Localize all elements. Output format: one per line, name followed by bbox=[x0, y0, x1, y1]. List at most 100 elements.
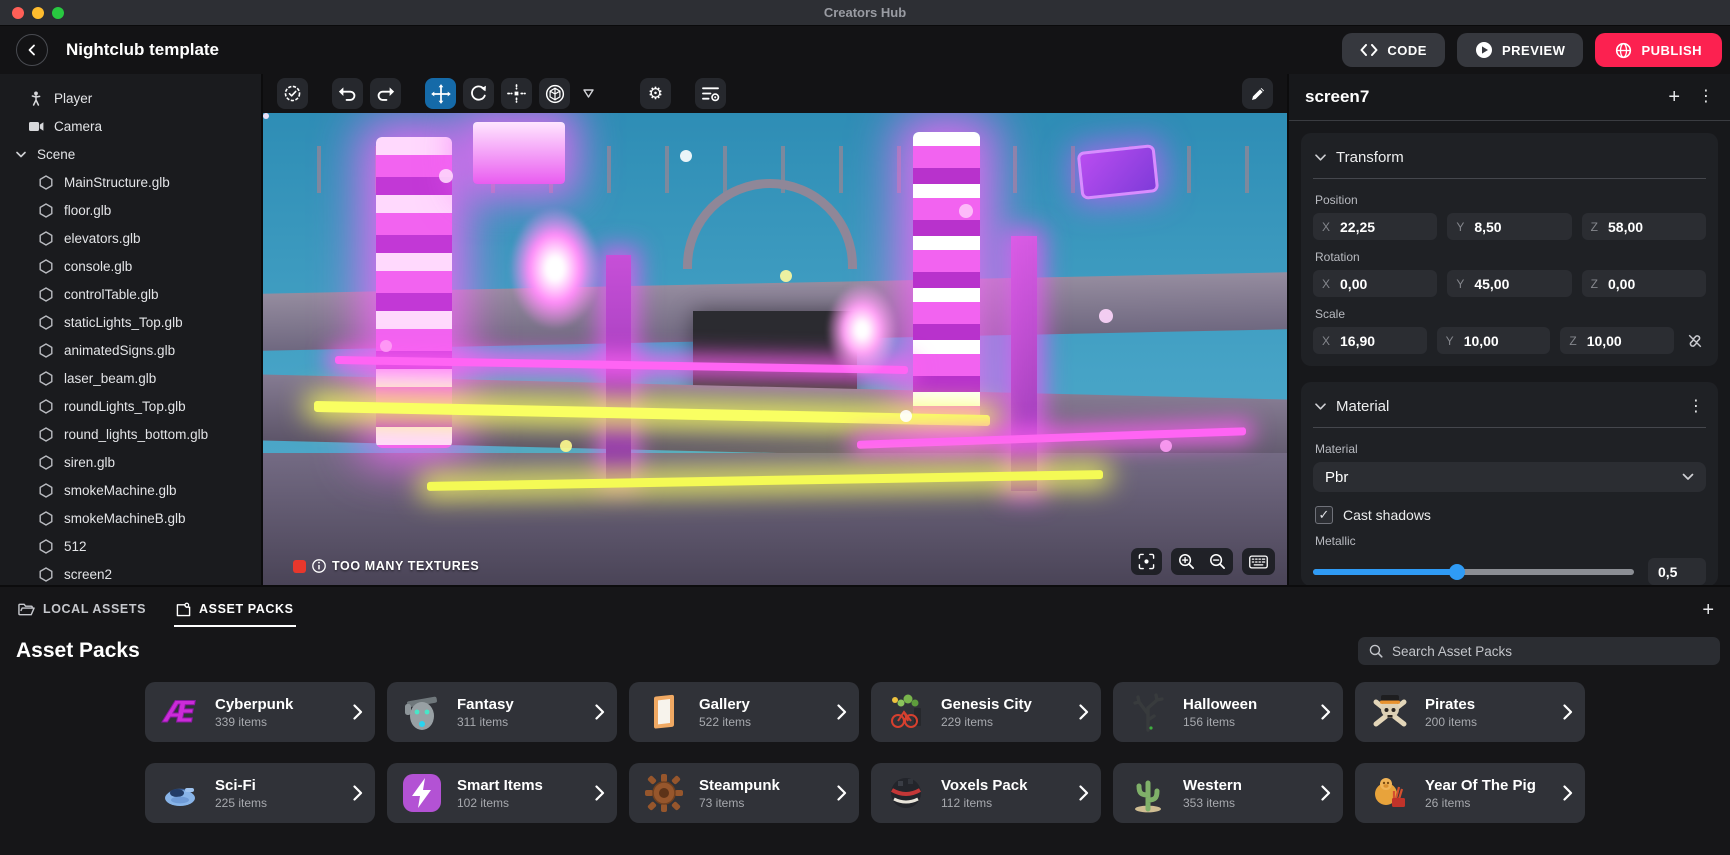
scene-entity-item[interactable]: smokeMachine.glb bbox=[0, 476, 261, 504]
scene-entity-item[interactable]: controlTable.glb bbox=[0, 280, 261, 308]
zoom-out-icon bbox=[1209, 553, 1226, 570]
folder-icon bbox=[18, 602, 35, 616]
scene-entity-item[interactable]: MainStructure.glb bbox=[0, 168, 261, 196]
entity-menu-button[interactable]: ⋮ bbox=[1698, 89, 1714, 105]
scale-z-input[interactable]: Z10,00 bbox=[1560, 327, 1674, 354]
cast-shadows-checkbox[interactable]: ✓ Cast shadows bbox=[1315, 506, 1704, 524]
viewport-3d-scene[interactable]: TOO MANY TEXTURES bbox=[263, 113, 1287, 585]
rotation-y-input[interactable]: Y45,00 bbox=[1447, 270, 1571, 297]
badge-check-button[interactable] bbox=[277, 78, 308, 109]
scene-entity-item[interactable]: elevators.glb bbox=[0, 224, 261, 252]
tool-dropdown-button[interactable] bbox=[577, 78, 599, 109]
tree-item-scene[interactable]: Scene bbox=[0, 140, 261, 168]
scene-entity-item[interactable]: laser_beam.glb bbox=[0, 364, 261, 392]
asset-pack-card[interactable]: Voxels Pack 112 items bbox=[871, 763, 1101, 823]
asset-packs-heading: Asset Packs bbox=[16, 639, 140, 663]
move-tool-button[interactable] bbox=[425, 78, 456, 109]
asset-pack-name: Smart Items bbox=[457, 777, 543, 794]
asset-pack-card[interactable]: Year Of The Pig 26 items bbox=[1355, 763, 1585, 823]
metallic-value: 0,5 bbox=[1658, 564, 1677, 580]
asset-pack-card[interactable]: Æ Cyberpunk 339 items bbox=[145, 682, 375, 742]
material-menu-button[interactable]: ⋮ bbox=[1688, 399, 1704, 415]
zoom-in-button[interactable] bbox=[1171, 548, 1202, 575]
globe-icon bbox=[1615, 42, 1632, 59]
back-button[interactable] bbox=[16, 34, 48, 66]
position-x-input[interactable]: X22,25 bbox=[1313, 213, 1437, 240]
asset-pack-card[interactable]: Steampunk 73 items bbox=[629, 763, 859, 823]
metallic-slider[interactable] bbox=[1313, 564, 1634, 580]
redo-button[interactable] bbox=[370, 78, 401, 109]
center-camera-button[interactable] bbox=[1131, 548, 1162, 575]
rotation-label: Rotation bbox=[1315, 250, 1704, 264]
asset-pack-card[interactable]: Fantasy 311 items bbox=[387, 682, 617, 742]
search-asset-packs-input[interactable] bbox=[1392, 644, 1709, 659]
scene-entity-item[interactable]: round_lights_bottom.glb bbox=[0, 420, 261, 448]
scene-entity-item[interactable]: screen2 bbox=[0, 560, 261, 585]
scene-entity-item[interactable]: roundLights_Top.glb bbox=[0, 392, 261, 420]
code-button[interactable]: CODE bbox=[1342, 33, 1445, 67]
tree-item-player[interactable]: Player bbox=[0, 84, 261, 112]
add-asset-button[interactable]: + bbox=[1702, 600, 1714, 620]
scene-entity-item[interactable]: floor.glb bbox=[0, 196, 261, 224]
scene-entity-item[interactable]: console.glb bbox=[0, 252, 261, 280]
asset-pack-count: 200 items bbox=[1425, 715, 1477, 729]
position-y-input[interactable]: Y8,50 bbox=[1447, 213, 1571, 240]
scale-link-toggle[interactable] bbox=[1684, 333, 1706, 349]
smart-items-thumbnail bbox=[400, 771, 444, 815]
rotate-tool-button[interactable] bbox=[463, 78, 494, 109]
undo-icon bbox=[338, 86, 357, 101]
edit-scene-button[interactable] bbox=[1242, 78, 1273, 109]
material-type-select[interactable]: Pbr bbox=[1313, 462, 1706, 492]
chevron-right-icon bbox=[1321, 785, 1331, 801]
scene-entity-item[interactable]: staticLights_Top.glb bbox=[0, 308, 261, 336]
scale-x-input[interactable]: X16,90 bbox=[1313, 327, 1427, 354]
asset-pack-card[interactable]: Western 353 items bbox=[1113, 763, 1343, 823]
redo-icon bbox=[376, 86, 395, 101]
asset-pack-card[interactable]: Pirates 200 items bbox=[1355, 682, 1585, 742]
scale-tool-button[interactable] bbox=[501, 78, 532, 109]
rotation-row: X0,00 Y45,00 Z0,00 bbox=[1313, 270, 1706, 297]
year-of-the-pig-thumbnail bbox=[1368, 771, 1412, 815]
tab-local-assets[interactable]: LOCAL ASSETS bbox=[16, 593, 148, 627]
asset-pack-count: 353 items bbox=[1183, 796, 1242, 810]
entity-name: screen7 bbox=[1305, 87, 1369, 107]
chevron-down-icon[interactable] bbox=[1315, 154, 1326, 161]
metallic-slider-thumb[interactable] bbox=[1449, 564, 1465, 580]
genesis-city-thumbnail bbox=[884, 690, 928, 734]
zoom-in-icon bbox=[1178, 553, 1195, 570]
asset-pack-card[interactable]: Genesis City 229 items bbox=[871, 682, 1101, 742]
snap-settings-button[interactable] bbox=[695, 78, 726, 109]
rotation-x-input[interactable]: X0,00 bbox=[1313, 270, 1437, 297]
add-component-button[interactable]: + bbox=[1668, 87, 1680, 107]
metallic-value-input[interactable]: 0,5 bbox=[1648, 558, 1706, 585]
position-z-input[interactable]: Z58,00 bbox=[1582, 213, 1706, 240]
cube-tool-button[interactable] bbox=[539, 78, 570, 109]
scene-entity-item[interactable]: siren.glb bbox=[0, 448, 261, 476]
tab-asset-packs[interactable]: ASSET PACKS bbox=[174, 593, 296, 627]
edit-pencil-icon bbox=[1249, 85, 1267, 103]
rotation-z-input[interactable]: Z0,00 bbox=[1582, 270, 1706, 297]
asset-pack-card[interactable]: Gallery 522 items bbox=[629, 682, 859, 742]
position-label: Position bbox=[1315, 193, 1704, 207]
chevron-left-icon bbox=[26, 44, 38, 56]
tree-item-label: controlTable.glb bbox=[64, 287, 159, 302]
undo-button[interactable] bbox=[332, 78, 363, 109]
tree-item-camera[interactable]: Camera bbox=[0, 112, 261, 140]
scale-y-input[interactable]: Y10,00 bbox=[1437, 327, 1551, 354]
publish-button[interactable]: PUBLISH bbox=[1595, 33, 1722, 67]
settings-button[interactable]: ⚙ bbox=[640, 78, 671, 109]
scene-entity-item[interactable]: 512 bbox=[0, 532, 261, 560]
asset-pack-card[interactable]: Smart Items 102 items bbox=[387, 763, 617, 823]
asset-pack-card[interactable]: Sci-Fi 225 items bbox=[145, 763, 375, 823]
asset-pack-card[interactable]: Halloween 156 items bbox=[1113, 682, 1343, 742]
entity-hierarchy-panel: Player Camera Scene MainStructure.glb bbox=[0, 74, 263, 585]
tree-item-label: floor.glb bbox=[64, 203, 111, 218]
scene-entity-item[interactable]: animatedSigns.glb bbox=[0, 336, 261, 364]
chevron-down-icon[interactable] bbox=[1315, 403, 1326, 410]
asset-pack-count: 311 items bbox=[457, 715, 514, 729]
keyboard-shortcuts-button[interactable] bbox=[1242, 548, 1275, 575]
zoom-out-button[interactable] bbox=[1202, 548, 1233, 575]
scene-entity-item[interactable]: smokeMachineB.glb bbox=[0, 504, 261, 532]
entity-hexagon-icon bbox=[38, 399, 54, 414]
preview-button[interactable]: PREVIEW bbox=[1457, 33, 1583, 67]
